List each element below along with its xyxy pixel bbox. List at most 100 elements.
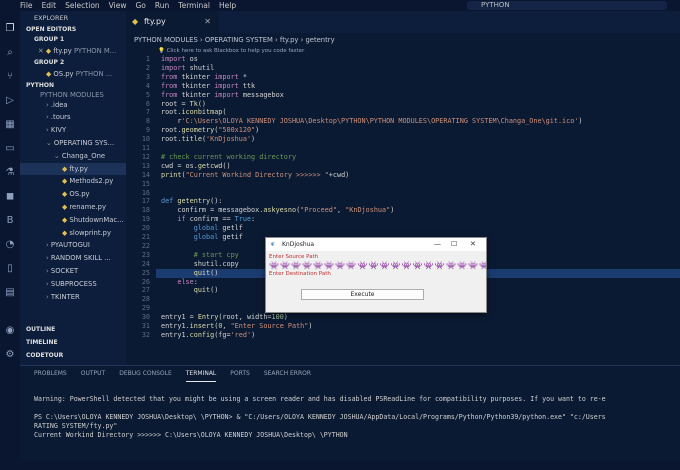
menu-item-terminal[interactable]: Terminal	[178, 1, 210, 10]
code-line[interactable]: shutil.copy	[161, 260, 239, 269]
open-editors-section[interactable]: OPEN EDITORS	[20, 25, 126, 35]
code-line[interactable]: cwd = os.getcwd()	[161, 162, 231, 171]
breadcrumb[interactable]: PYTHON MODULES › OPERATING SYSTEM › fty.…	[126, 33, 680, 47]
line-number: 15	[141, 179, 150, 188]
close-icon[interactable]: ✕	[204, 11, 211, 33]
code-line[interactable]: if confirm == True:	[161, 215, 255, 224]
blackbox-icon[interactable]: B	[4, 215, 16, 227]
activity-bar: ❐ ⌕ ⑂ ▷ ▦ ▭ ⚗ ◼ B ◔ ▯ ▤ ◉ ⚙	[0, 11, 20, 461]
source-path-entry[interactable]: 👾👾👾👾👾👾👾👾👾👾👾👾👾👾👾👾👾👾👾👾	[269, 261, 486, 271]
menu-item-edit[interactable]: Edit	[42, 1, 57, 10]
open-editor-item[interactable]: ✕ ◆ fty.py PYTHON M...	[20, 45, 126, 58]
code-line[interactable]: from tkinter import messagebox	[161, 91, 284, 100]
code-line[interactable]: quit()	[161, 286, 219, 295]
folder-item[interactable]: ⌄ OPERATING SYS...	[20, 137, 126, 150]
tree-item-label: SUBPROCESS	[50, 279, 97, 288]
menu-item-help[interactable]: Help	[219, 1, 236, 10]
tree-item-label: KIVY	[50, 126, 67, 135]
code-line[interactable]: import os	[161, 55, 198, 64]
execute-button[interactable]: Execute	[301, 289, 424, 300]
file-item[interactable]: ◆ fty.py	[20, 162, 126, 176]
file-item[interactable]: ◆ slowprint.py	[20, 227, 126, 240]
settings-icon[interactable]: ⚙	[4, 349, 16, 361]
search-icon[interactable]: ⌕	[4, 47, 16, 59]
docker-icon[interactable]: ◼	[4, 191, 16, 203]
code-line[interactable]: root = Tk()	[161, 100, 206, 109]
source-control-icon[interactable]: ⑂	[4, 71, 16, 83]
folder-item[interactable]: › PYAUTOGUI	[20, 239, 126, 252]
line-number: 26	[141, 277, 150, 286]
tab-search-error[interactable]: SEARCH ERROR	[264, 366, 311, 382]
line-number: 9	[145, 126, 150, 135]
line-number: 13	[141, 161, 150, 170]
maximize-icon[interactable]: ☐	[451, 238, 457, 251]
code-line[interactable]: confirm = messagebox.askyesno("Proceed",…	[161, 206, 394, 215]
code-line[interactable]: from tkinter import *	[161, 73, 247, 82]
blackbox-hint[interactable]: 💡 Click here to ask Blackbox to help you…	[126, 47, 680, 55]
folder-item[interactable]: › SUBPROCESS	[20, 278, 126, 291]
file-item[interactable]: ◆ ShutdownMac...	[20, 214, 126, 227]
account-icon[interactable]: ◉	[4, 325, 16, 337]
codetour-section[interactable]: CODETOUR	[20, 351, 126, 361]
code-line[interactable]: # check current working directory	[161, 153, 296, 162]
code-line[interactable]: entry1.insert(0, "Enter Source Path")	[161, 322, 312, 331]
file-item[interactable]: ◆ OS.py	[20, 188, 126, 201]
tab-terminal[interactable]: TERMINAL	[185, 366, 217, 382]
run-debug-icon[interactable]: ▷	[4, 95, 16, 107]
code-line[interactable]: r'C:\Users\OLOYA KENNEDY JOSHUA\Desktop\…	[161, 117, 582, 126]
chevron-icon: ⌄	[54, 151, 62, 160]
terminal[interactable]: Warning: PowerShell detected that you mi…	[20, 395, 680, 440]
file-item[interactable]: ◆ rename.py	[20, 201, 126, 214]
command-center[interactable]: PYTHON	[467, 1, 667, 10]
code-line[interactable]: root.geometry("500x120")	[161, 126, 259, 135]
folder-item[interactable]: ⌄ Changa_One	[20, 150, 126, 163]
open-editor-item[interactable]: ◆ OS.py PYTHON ...	[20, 68, 126, 81]
folder-item[interactable]: › .idea	[20, 99, 126, 112]
code-line[interactable]: entry1.config(fg='red')	[161, 331, 255, 340]
tab-output[interactable]: OUTPUT	[81, 366, 105, 382]
code-line[interactable]: else:	[161, 278, 197, 287]
tab-ports[interactable]: PORTS	[230, 366, 250, 382]
folder-item[interactable]: › KIVY	[20, 124, 126, 137]
testing-icon[interactable]: ⚗	[4, 167, 16, 179]
code-line[interactable]: print("Current Workind Directory >>>>>> …	[161, 171, 349, 180]
menu-item-view[interactable]: View	[109, 1, 127, 10]
remote-icon[interactable]: ▭	[4, 143, 16, 155]
tab-fty[interactable]: ◆ fty.py ✕	[126, 11, 219, 33]
timeline-section[interactable]: TIMELINE	[20, 338, 126, 348]
tab-debug-console[interactable]: DEBUG CONSOLE	[119, 366, 172, 382]
menu-item-run[interactable]: Run	[155, 1, 169, 10]
code-line[interactable]: # start cpy	[161, 251, 239, 260]
code-line[interactable]: def getentry():	[161, 197, 222, 206]
extensions-icon[interactable]: ▦	[4, 119, 16, 131]
code-line[interactable]: global getlf	[161, 224, 243, 233]
outline-section[interactable]: OUTLINE	[20, 325, 126, 335]
close-icon[interactable]: ✕	[470, 238, 476, 251]
code-line[interactable]: entry1 = Entry(root, width=100)	[161, 313, 288, 322]
folder-item[interactable]: › TKINTER	[20, 291, 126, 304]
folder-item[interactable]: › RANDOM SKILL ...	[20, 252, 126, 265]
code-line[interactable]: global getif	[161, 233, 243, 242]
code-line[interactable]: quit()	[161, 269, 219, 278]
code-line[interactable]: import shutil	[161, 64, 214, 73]
menu-item-file[interactable]: File	[20, 1, 33, 10]
git-graph-icon[interactable]: ◔	[4, 239, 16, 251]
close-icon[interactable]: ✕	[38, 47, 46, 55]
code-line[interactable]: from tkinter import ttk	[161, 82, 255, 91]
file-item[interactable]: ◆ Methods2.py	[20, 175, 126, 188]
bookmark-icon[interactable]: ▯	[4, 263, 16, 275]
files-icon[interactable]: ❐	[4, 23, 16, 35]
menu-item-selection[interactable]: Selection	[65, 1, 100, 10]
code-line[interactable]: root.title('KnDjoshua')	[161, 135, 255, 144]
tab-problems[interactable]: PROBLEMS	[34, 366, 67, 382]
code-line[interactable]: root.iconbitmap(	[161, 108, 226, 117]
folder-item[interactable]: › .tours	[20, 111, 126, 124]
folder-python-modules[interactable]: PYTHON MODULES	[20, 91, 126, 99]
workspace-root[interactable]: PYTHON	[20, 81, 126, 91]
folder-item[interactable]: › SOCKET	[20, 265, 126, 278]
chevron-icon: ⌄	[46, 138, 54, 147]
chat-icon[interactable]: ▤	[4, 287, 16, 299]
explorer-sidebar: EXPLORER OPEN EDITORS GROUP 1 ✕ ◆ fty.py…	[20, 11, 126, 365]
minimize-icon[interactable]: —	[434, 238, 441, 251]
menu-item-go[interactable]: Go	[135, 1, 145, 10]
